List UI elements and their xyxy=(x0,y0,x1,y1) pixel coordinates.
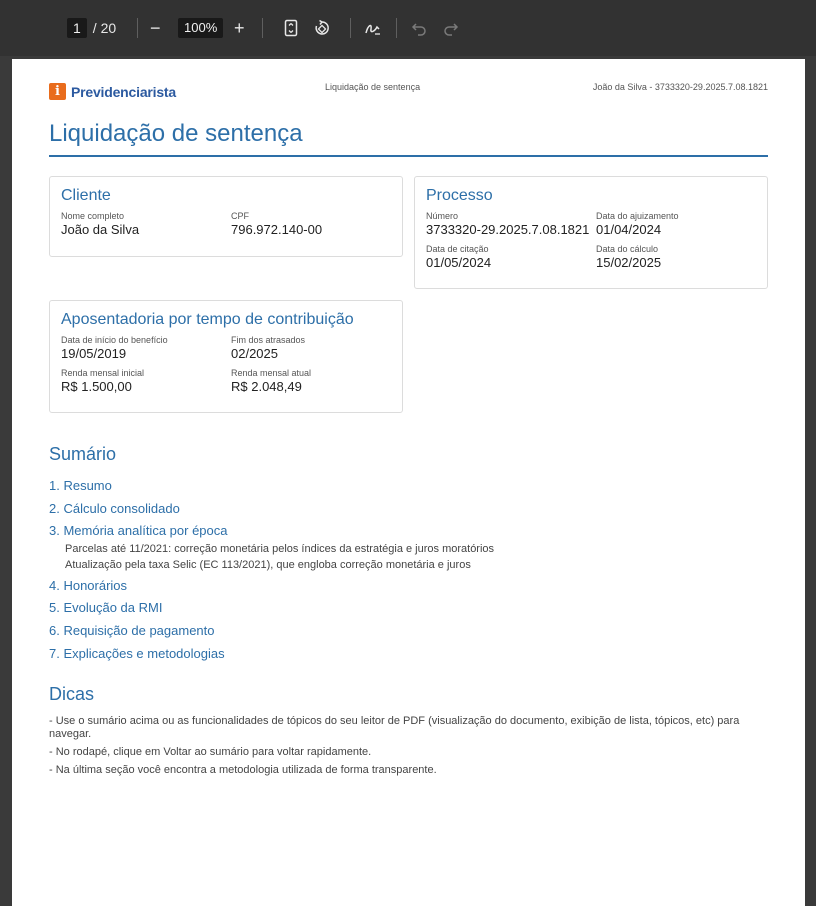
annotate-pen-icon[interactable] xyxy=(364,19,382,37)
beneficio-heading: Aposentadoria por tempo de contribuição xyxy=(61,311,354,328)
rmi-field: Renda mensal inicial R$ 1.500,00 xyxy=(61,368,144,394)
logo-mark-icon: i xyxy=(49,83,66,100)
cliente-heading: Cliente xyxy=(61,187,111,204)
ajuizamento-label: Data do ajuizamento xyxy=(596,211,679,221)
fim-atrasados-label: Fim dos atrasados xyxy=(231,335,306,345)
pdf-toolbar: 1 / 20 − 100% + xyxy=(0,0,816,56)
dicas-heading: Dicas xyxy=(49,684,95,704)
fit-page-icon[interactable] xyxy=(283,19,299,37)
numero-value: 3733320-29.2025.7.08.1821 xyxy=(426,222,590,237)
zoom-in-button[interactable]: + xyxy=(234,19,245,37)
page-indicator: 1 / 20 xyxy=(67,0,116,56)
toolbar-divider xyxy=(137,18,138,38)
nome-field: Nome completo João da Silva xyxy=(61,211,139,237)
toc-link-explicacoes[interactable]: 7. Explicações e metodologias xyxy=(49,646,225,661)
zoom-level-input[interactable]: 100% xyxy=(178,18,224,38)
dica-item: - No rodapé, clique em Voltar ao sumário… xyxy=(49,746,372,758)
citacao-field: Data de citação 01/05/2024 xyxy=(426,244,491,270)
brand-logo: i Previdenciarista xyxy=(49,83,176,100)
dib-value: 19/05/2019 xyxy=(61,346,127,361)
logo-text: Previdenciarista xyxy=(71,83,176,100)
dica-item: - Na última seção você encontra a metodo… xyxy=(49,764,437,776)
numero-field: Número 3733320-29.2025.7.08.1821 xyxy=(426,211,589,237)
rotate-icon[interactable] xyxy=(313,19,331,37)
toc-link-resumo[interactable]: 1. Resumo xyxy=(49,478,112,493)
citacao-label: Data de citação xyxy=(426,244,489,254)
rmi-label: Renda mensal inicial xyxy=(61,368,145,378)
header-client-process: João da Silva - 3733320-29.2025.7.08.182… xyxy=(592,82,768,92)
calculo-field: Data do cálculo 15/02/2025 xyxy=(596,244,661,270)
toc-link-honorarios[interactable]: 4. Honorários xyxy=(49,578,127,593)
rma-field: Renda mensal atual R$ 2.048,49 xyxy=(231,368,311,394)
citacao-value: 01/05/2024 xyxy=(426,255,492,270)
fim-atrasados-value: 02/2025 xyxy=(231,346,278,361)
rma-value: R$ 2.048,49 xyxy=(231,379,302,394)
page-number-input[interactable]: 1 xyxy=(67,18,87,38)
toolbar-divider xyxy=(350,18,351,38)
toc-link-memoria-analitica[interactable]: 3. Memória analítica por época xyxy=(49,523,227,538)
ajuizamento-value: 01/04/2024 xyxy=(596,222,662,237)
pdf-page: i Previdenciarista Liquidação de sentenç… xyxy=(12,59,805,906)
toolbar-divider xyxy=(262,18,263,38)
dica-item: - Use o sumário acima ou as funcionalida… xyxy=(49,715,740,740)
numero-label: Número xyxy=(426,211,459,221)
toc-link-requisicao[interactable]: 6. Requisição de pagamento xyxy=(49,623,215,638)
dib-label: Data de início do benefício xyxy=(61,335,168,345)
toc-sublink-selic[interactable]: Atualização pela taxa Selic (EC 113/2021… xyxy=(65,559,471,571)
toc-sublink-parcelas[interactable]: Parcelas até 11/2021: correção monetária… xyxy=(65,543,494,555)
header-document-title: Liquidação de sentença xyxy=(325,82,421,92)
processo-heading: Processo xyxy=(426,187,493,204)
cpf-label: CPF xyxy=(231,211,249,221)
nome-value: João da Silva xyxy=(61,222,140,237)
dib-field: Data de início do benefício 19/05/2019 xyxy=(61,335,168,361)
rma-label: Renda mensal atual xyxy=(231,368,312,378)
redo-icon[interactable] xyxy=(443,20,459,36)
zoom-out-button[interactable]: − xyxy=(150,19,161,37)
rmi-value: R$ 1.500,00 xyxy=(61,379,132,394)
page-title: Liquidação de sentença xyxy=(49,120,303,147)
undo-icon[interactable] xyxy=(411,20,427,36)
toc-link-evolucao-rmi[interactable]: 5. Evolução da RMI xyxy=(49,600,162,615)
beneficio-card: Aposentadoria por tempo de contribuição … xyxy=(49,300,403,413)
ajuizamento-field: Data do ajuizamento 01/04/2024 xyxy=(596,211,679,237)
nome-label: Nome completo xyxy=(61,211,125,221)
calculo-value: 15/02/2025 xyxy=(596,255,662,270)
sumario-heading: Sumário xyxy=(49,444,117,464)
fim-atrasados-field: Fim dos atrasados 02/2025 xyxy=(231,335,305,361)
toc-link-calculo-consolidado[interactable]: 2. Cálculo consolidado xyxy=(49,501,180,516)
title-divider xyxy=(49,155,768,157)
calculo-label: Data do cálculo xyxy=(596,244,659,254)
cpf-value: 796.972.140-00 xyxy=(231,222,323,237)
cliente-card: Cliente Nome completo João da Silva CPF … xyxy=(49,176,403,257)
processo-card: Processo Número 3733320-29.2025.7.08.182… xyxy=(414,176,768,289)
toolbar-divider xyxy=(396,18,397,38)
page-total: / 20 xyxy=(92,20,117,36)
cpf-field: CPF 796.972.140-00 xyxy=(231,211,322,237)
